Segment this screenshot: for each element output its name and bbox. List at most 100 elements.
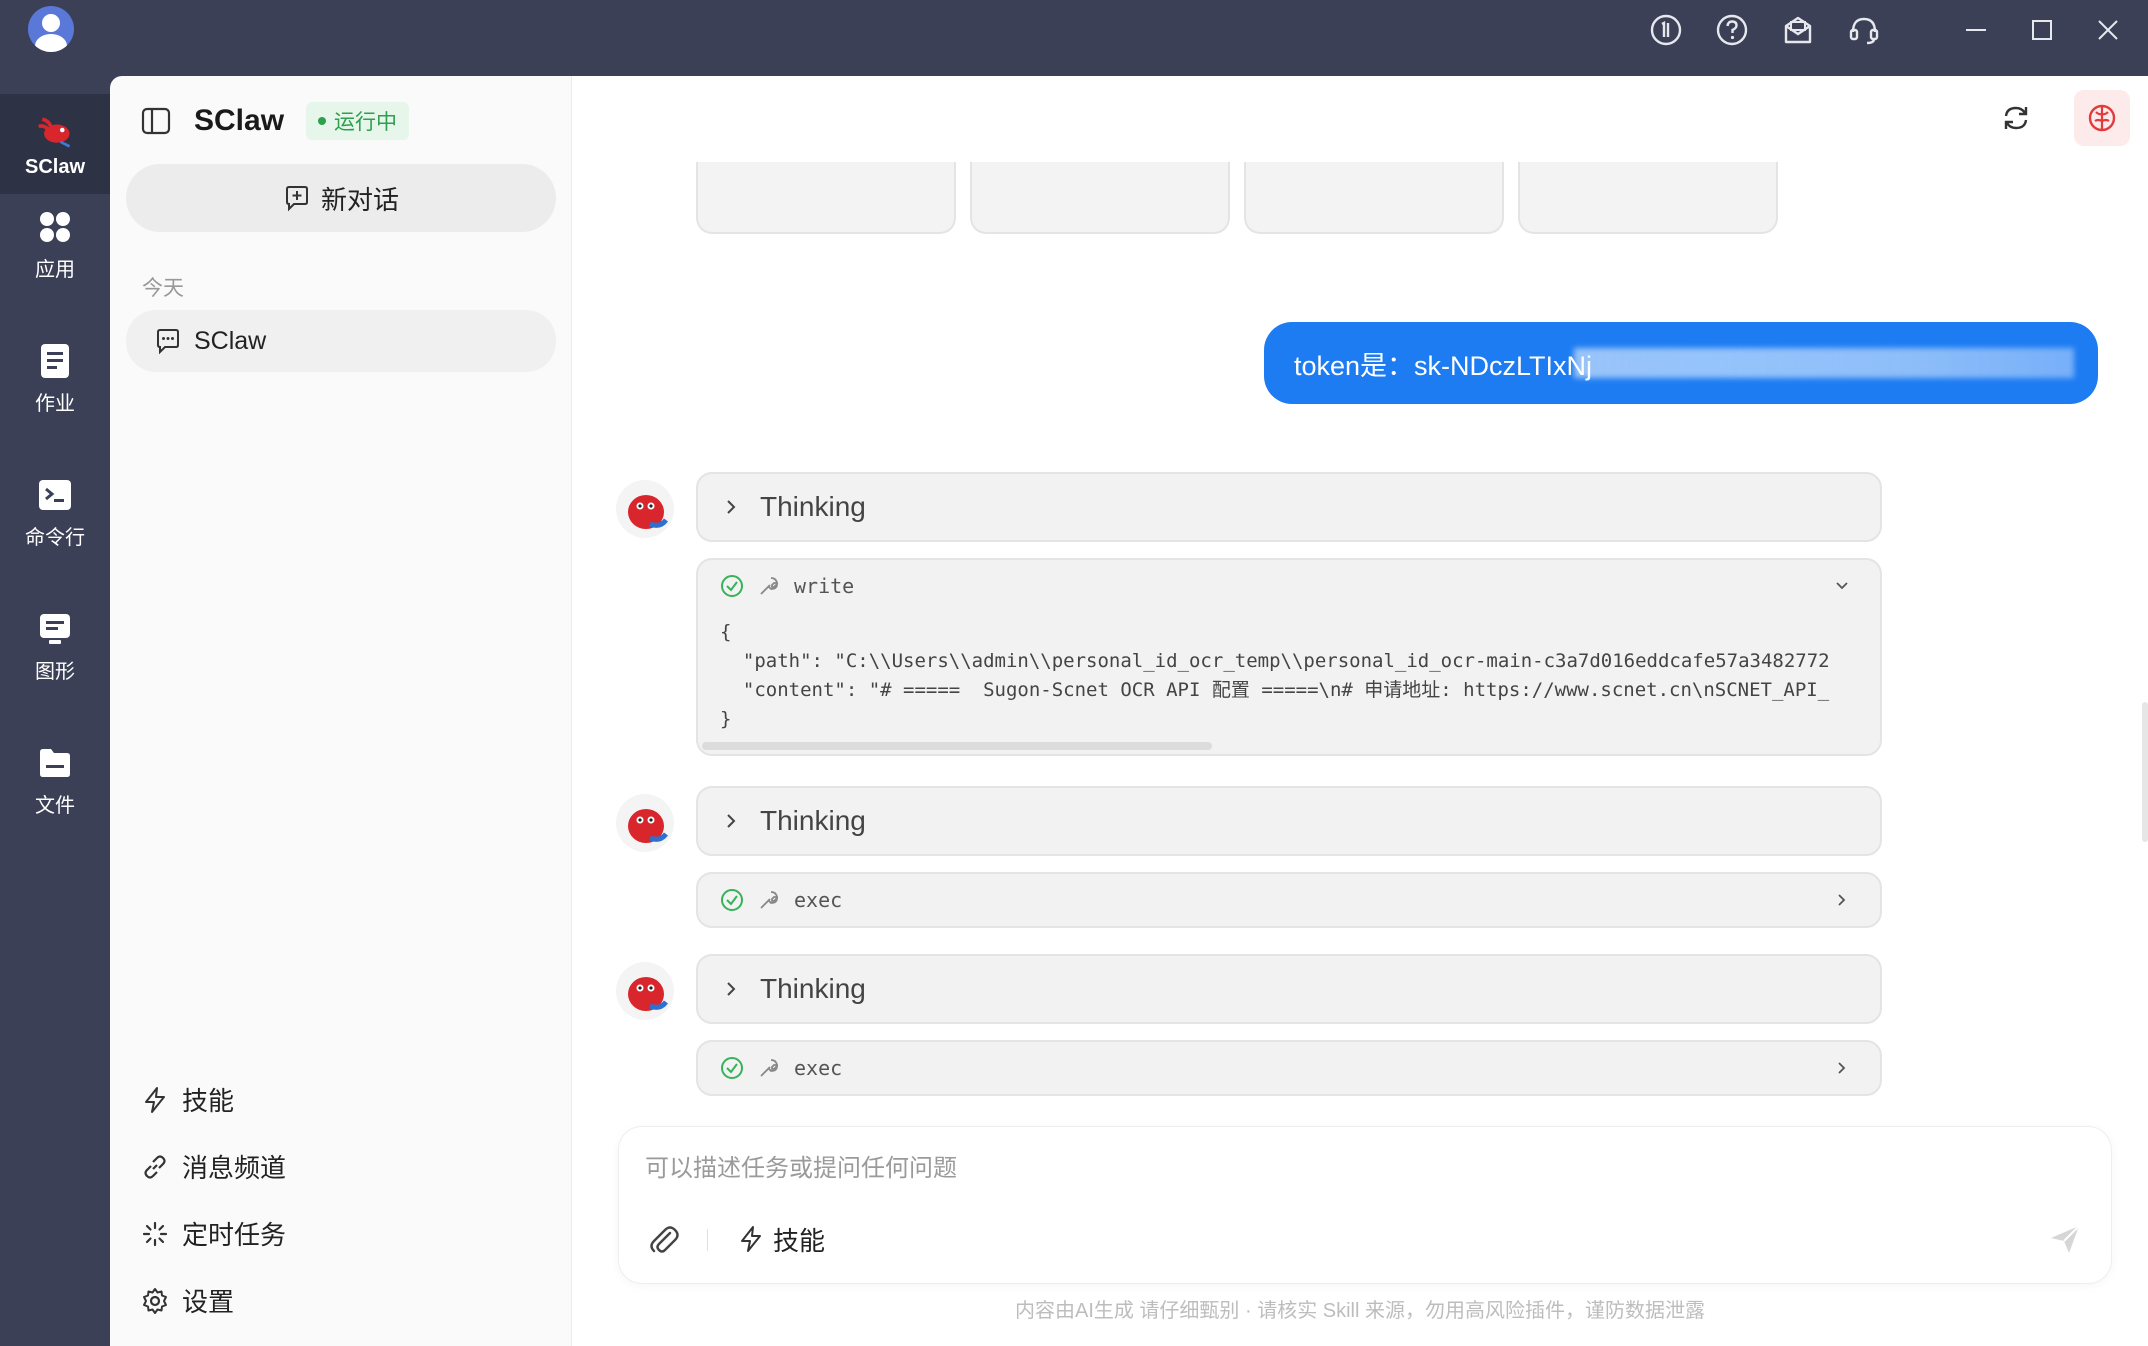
thinking-label: Thinking	[760, 805, 866, 836]
folder-icon	[35, 743, 75, 783]
nav-label: SClaw	[24, 155, 86, 178]
refresh-button[interactable]	[1988, 90, 2044, 146]
apps-grid-icon	[35, 207, 75, 247]
headset-icon[interactable]	[1844, 10, 1884, 50]
chat-main: token是：sk-NDczLTIxNj Thinking write { "p…	[572, 76, 2148, 1346]
suggestion-card[interactable]	[970, 162, 1230, 234]
tool-header[interactable]: exec	[698, 874, 1880, 926]
sidebar-toggle-icon[interactable]	[140, 105, 172, 137]
sidebar-link-label: 消息频道	[182, 1153, 287, 1183]
gear-icon	[140, 1286, 170, 1316]
tool-name: write	[794, 574, 855, 598]
redacted-token	[1574, 348, 2074, 378]
tool-call-write: write { "path": "C:\\Users\\admin\\perso…	[696, 558, 1882, 756]
new-chat-button[interactable]: 新对话	[126, 164, 556, 232]
horizontal-scrollbar[interactable]	[702, 742, 1212, 750]
sclaw-logo-icon	[35, 110, 75, 150]
thinking-toggle[interactable]: Thinking	[696, 786, 1882, 856]
code-line: "content": "# ===== Sugon-Scnet OCR API …	[720, 679, 1830, 701]
thinking-toggle[interactable]: Thinking	[696, 954, 1882, 1024]
nav-item-terminal[interactable]: 命令行	[0, 462, 110, 562]
composer-divider	[707, 1229, 708, 1251]
send-button[interactable]	[2045, 1219, 2085, 1259]
sidebar-link-skills[interactable]: 技能	[140, 1066, 286, 1133]
nav-item-files[interactable]: 文件	[0, 730, 110, 830]
code-line: {	[720, 621, 732, 643]
nav-item-jobs[interactable]: 作业	[0, 328, 110, 428]
thinking-toggle[interactable]: Thinking	[696, 472, 1882, 542]
maximize-icon[interactable]	[2022, 10, 2062, 50]
chevron-right-icon[interactable]	[1830, 1056, 1854, 1080]
conversation-item[interactable]: SClaw	[126, 310, 556, 372]
sidebar-link-label: 定时任务	[182, 1220, 287, 1250]
message-composer: 技能	[618, 1126, 2112, 1284]
code-line: }	[720, 708, 732, 730]
lightning-icon	[741, 1226, 761, 1252]
lightning-icon	[140, 1085, 170, 1115]
suggestion-card[interactable]	[1244, 162, 1504, 234]
document-icon	[35, 341, 75, 381]
terminal-icon	[35, 475, 75, 515]
info-circle-icon[interactable]	[1646, 10, 1686, 50]
suggestion-card[interactable]	[1518, 162, 1778, 234]
send-icon	[2051, 1225, 2080, 1253]
skill-label: 技能	[773, 1225, 826, 1256]
left-nav: SClaw 应用 作业 命令行 图形 文件	[0, 76, 110, 1346]
brain-button[interactable]	[2074, 90, 2130, 146]
nav-label: 作业	[35, 392, 75, 415]
tool-header[interactable]: exec	[698, 1042, 1880, 1094]
status-badge: 运行中	[306, 102, 410, 140]
mail-icon[interactable]	[1778, 10, 1818, 50]
help-icon[interactable]	[1712, 10, 1752, 50]
user-avatar[interactable]	[28, 6, 74, 52]
tool-call-exec: exec	[696, 872, 1882, 928]
suggestion-cards	[696, 162, 1778, 234]
nav-item-graphics[interactable]: 图形	[0, 596, 110, 696]
nav-label: 命令行	[25, 526, 85, 549]
skill-button[interactable]: 技能	[737, 1219, 825, 1259]
sidebar-link-label: 技能	[182, 1086, 235, 1116]
check-circle-icon	[721, 889, 743, 911]
check-circle-icon	[721, 575, 743, 597]
suggestion-card[interactable]	[696, 162, 956, 234]
tool-name: exec	[794, 1056, 843, 1080]
refresh-icon	[2004, 106, 2028, 130]
chevron-right-icon	[727, 982, 736, 996]
section-today: 今天	[142, 277, 184, 300]
tool-name: exec	[794, 888, 843, 912]
new-chat-label: 新对话	[320, 184, 399, 215]
nav-item-sclaw[interactable]: SClaw	[0, 94, 110, 194]
new-chat-icon	[285, 186, 308, 212]
minimize-icon[interactable]	[1956, 10, 1996, 50]
thinking-label: Thinking	[760, 491, 866, 522]
sidebar-bottom-links: 技能 消息频道 定时任务 设置	[140, 1066, 286, 1334]
thinking-label: Thinking	[760, 973, 866, 1004]
user-message-bubble: token是：sk-NDczLTIxNj	[1264, 322, 2098, 404]
code-line: "path": "C:\\Users\\admin\\personal_id_o…	[720, 650, 1830, 672]
sidebar-link-label: 设置	[182, 1287, 235, 1317]
sidebar-link-scheduled[interactable]: 定时任务	[140, 1200, 286, 1267]
user-message-text: token是：sk-NDczLTIxNj	[1294, 350, 1593, 381]
conversation-label: SClaw	[194, 326, 267, 355]
vertical-scrollbar[interactable]	[2142, 702, 2148, 842]
nav-item-apps[interactable]: 应用	[0, 194, 110, 294]
paperclip-icon[interactable]	[643, 1219, 683, 1259]
title-bar	[0, 0, 2148, 76]
graphics-icon	[35, 609, 75, 649]
status-text: 运行中	[334, 111, 398, 134]
sidebar-link-channels[interactable]: 消息频道	[140, 1133, 286, 1200]
nav-label: 文件	[35, 794, 75, 817]
conversation-sidebar: SClaw 运行中 新对话 今天 SClaw 技能 消息频道 定时任务 设置	[110, 76, 572, 1346]
tool-header[interactable]: write	[698, 560, 1880, 612]
message-input[interactable]	[645, 1149, 1945, 1189]
nav-label: 图形	[35, 660, 75, 683]
check-circle-icon	[721, 1057, 743, 1079]
sidebar-link-settings[interactable]: 设置	[140, 1267, 286, 1334]
chevron-right-icon[interactable]	[1830, 888, 1854, 912]
ai-disclaimer: 内容由AI生成 请仔细甄别 · 请核实 Skill 来源，勿用高风险插件，谨防数…	[1014, 1300, 1705, 1322]
close-icon[interactable]	[2088, 10, 2128, 50]
chat-bubble-icon	[157, 329, 179, 355]
chevron-right-icon	[727, 814, 736, 828]
bot-avatar	[616, 480, 674, 538]
chevron-down-icon[interactable]	[1830, 574, 1854, 598]
